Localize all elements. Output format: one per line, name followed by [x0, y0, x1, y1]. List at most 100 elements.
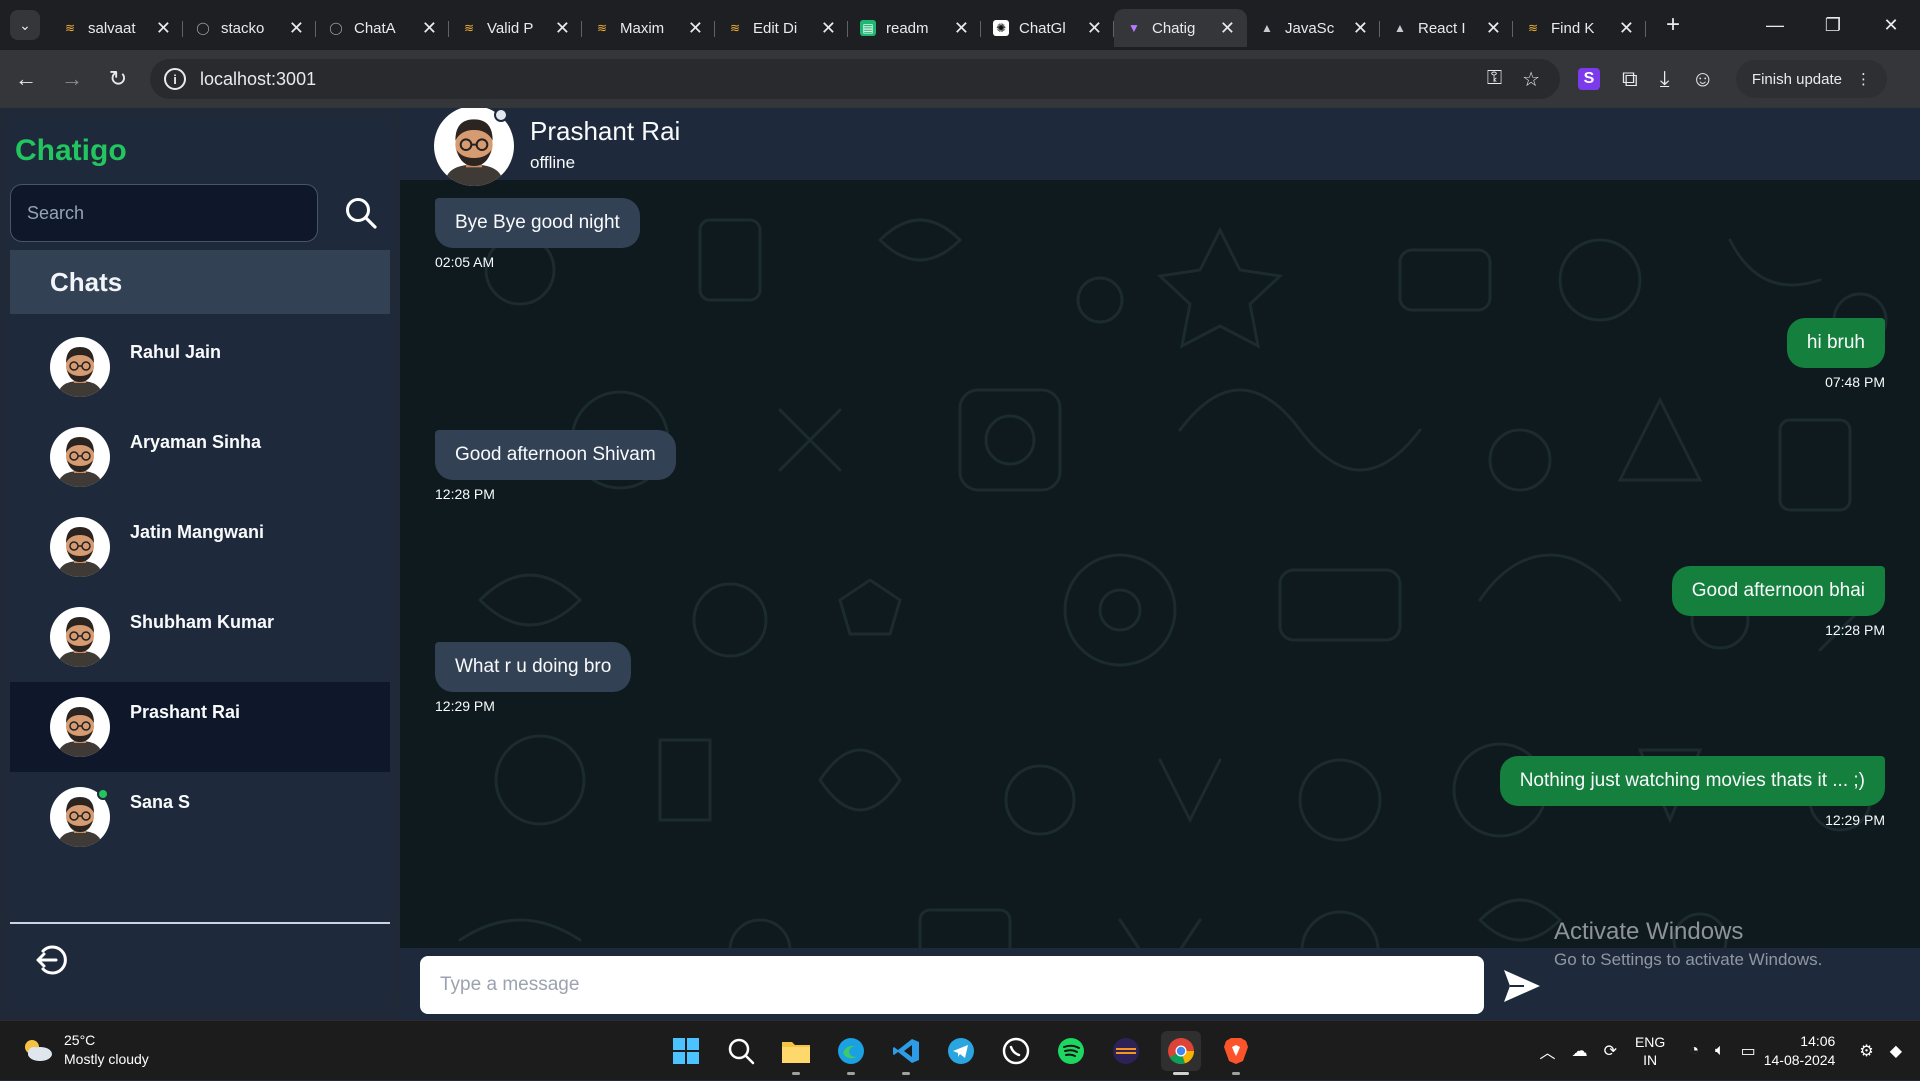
message-time: 12:29 PM	[435, 698, 495, 714]
whatsapp-icon[interactable]	[996, 1031, 1036, 1071]
chrome-icon[interactable]	[1161, 1031, 1201, 1075]
browser-tab[interactable]: ▼ Chatig ✕	[1114, 9, 1247, 47]
window-controls: — ❐ ✕	[1746, 0, 1920, 50]
contact-item[interactable]: Shubham Kumar	[10, 592, 390, 682]
tab-close-icon[interactable]: ✕	[422, 18, 437, 39]
volume-icon[interactable]: 🔈︎	[1715, 1042, 1725, 1060]
message-bubble[interactable]: Nothing just watching movies thats it ..…	[1499, 756, 1885, 806]
tab-close-icon[interactable]: ✕	[954, 18, 969, 39]
contact-avatar	[50, 427, 110, 487]
contact-item[interactable]: Rahul Jain	[10, 322, 390, 412]
tab-close-icon[interactable]: ✕	[821, 18, 836, 39]
contact-item[interactable]: Prashant Rai	[10, 682, 390, 772]
tab-title: Chatig	[1152, 19, 1196, 37]
close-window-icon[interactable]: ✕	[1862, 15, 1920, 36]
minimize-icon[interactable]: —	[1746, 15, 1804, 36]
file-explorer-icon[interactable]	[776, 1031, 816, 1075]
copilot-icon[interactable]: ◆	[1890, 1041, 1902, 1061]
back-button[interactable]: ←	[6, 59, 46, 99]
watermark-subtitle: Go to Settings to activate Windows.	[1554, 950, 1823, 969]
url-text[interactable]: localhost:3001	[200, 69, 1487, 90]
incoming-message: What r u doing bro 12:29 PM	[435, 642, 632, 714]
tab-close-icon[interactable]: ✕	[1619, 18, 1634, 39]
taskbar-search-icon[interactable]	[721, 1031, 761, 1071]
extension-s-icon[interactable]: S	[1578, 68, 1600, 90]
search-icon	[346, 198, 377, 229]
peer-avatar[interactable]	[434, 108, 514, 186]
browser-tab[interactable]: ≋ Edit Di ✕	[715, 9, 848, 47]
telegram-icon[interactable]	[941, 1031, 981, 1071]
notifications-icon[interactable]: ⚙	[1859, 1041, 1873, 1061]
message-bubble[interactable]: hi bruh	[1786, 318, 1885, 368]
tab-search-button[interactable]: ⌄	[10, 10, 40, 40]
message-bubble[interactable]: Good afternoon bhai	[1671, 566, 1885, 616]
contact-name: Rahul Jain	[130, 342, 222, 362]
forward-button[interactable]: →	[52, 59, 92, 99]
browser-tab[interactable]: ≋ Valid P ✕	[449, 9, 582, 47]
language-indicator[interactable]: ENG IN	[1635, 1033, 1665, 1069]
message-bubble[interactable]: Bye Bye good night	[435, 198, 640, 248]
tray-overflow-icon[interactable]: ︿	[1540, 1039, 1556, 1063]
contact-item[interactable]: Sana S	[10, 772, 390, 862]
battery-icon[interactable]: ▭	[1741, 1041, 1756, 1061]
onedrive-icon[interactable]: ☁	[1572, 1041, 1588, 1061]
logout-button[interactable]	[32, 940, 72, 980]
contact-item[interactable]: Jatin Mangwani	[10, 502, 390, 592]
restore-icon[interactable]: ❐	[1804, 15, 1862, 36]
browser-tab[interactable]: ◯ ChatA ✕	[316, 9, 449, 47]
spotify-icon[interactable]	[1051, 1031, 1091, 1071]
tab-close-icon[interactable]: ✕	[1486, 18, 1501, 39]
tab-close-icon[interactable]: ✕	[156, 18, 171, 39]
tab-title: ChatA	[354, 19, 396, 37]
clock[interactable]: 14:06 14-08-2024	[1764, 1032, 1836, 1070]
eclipse-icon[interactable]	[1106, 1031, 1146, 1071]
contact-avatar	[50, 697, 110, 757]
weather-widget[interactable]: 25°C Mostly cloudy	[20, 1031, 149, 1069]
tab-close-icon[interactable]: ✕	[289, 18, 304, 39]
message-bubble[interactable]: What r u doing bro	[435, 642, 632, 692]
tab-title: ChatGl	[1019, 19, 1066, 37]
tab-close-icon[interactable]: ✕	[688, 18, 703, 39]
tab-close-icon[interactable]: ✕	[1353, 18, 1368, 39]
new-tab-button[interactable]: +	[1658, 10, 1688, 40]
site-info-icon[interactable]: i	[164, 68, 186, 90]
message-bubble[interactable]: Good afternoon Shivam	[435, 430, 676, 480]
browser-tab[interactable]: ▤ readm ✕	[848, 9, 981, 47]
send-button[interactable]	[1500, 964, 1544, 1008]
browser-tab[interactable]: ≋ Find K ✕	[1513, 9, 1646, 47]
mountain-icon: ▲	[1394, 21, 1406, 35]
start-windows-icon[interactable]	[666, 1031, 706, 1071]
reload-button[interactable]: ↻	[98, 59, 138, 99]
address-bar[interactable]: i localhost:3001 ⚿ ☆	[150, 59, 1560, 99]
profile-icon[interactable]: ☺	[1691, 66, 1713, 92]
tab-close-icon[interactable]: ✕	[555, 18, 570, 39]
vscode-icon[interactable]	[886, 1031, 926, 1075]
search-input[interactable]	[10, 184, 318, 242]
search-button[interactable]	[340, 192, 382, 234]
browser-tab[interactable]: ≋ Maxim ✕	[582, 9, 715, 47]
tab-title: JavaSc	[1285, 19, 1335, 37]
incoming-message: Bye Bye good night 02:05 AM	[435, 198, 640, 270]
browser-tab[interactable]: ▲ JavaSc ✕	[1247, 9, 1380, 47]
browser-tab[interactable]: ✺ ChatGl ✕	[981, 9, 1114, 47]
sync-icon[interactable]: ⟳	[1604, 1041, 1617, 1061]
browser-tab[interactable]: ◯ stacko ✕	[183, 9, 316, 47]
peer-name: Prashant Rai	[530, 115, 681, 146]
extensions-puzzle-icon[interactable]: ⧉	[1622, 66, 1638, 92]
password-key-icon[interactable]: ⚿	[1487, 67, 1502, 92]
downloads-icon[interactable]: ⤓	[1660, 66, 1670, 92]
brave-icon[interactable]	[1216, 1031, 1256, 1075]
browser-tab[interactable]: ≋ salvaat ✕	[50, 9, 183, 47]
clock-time: 14:06	[1800, 1033, 1836, 1049]
finish-update-button[interactable]: Finish update ⋮	[1735, 60, 1887, 98]
tab-close-icon[interactable]: ✕	[1220, 18, 1235, 39]
tab-close-icon[interactable]: ✕	[1087, 18, 1102, 39]
contact-item[interactable]: Aryaman Sinha	[10, 412, 390, 502]
wifi-icon[interactable]: ◔	[1689, 1042, 1699, 1060]
tab-title: salvaat	[88, 19, 136, 37]
message-input[interactable]	[420, 956, 1484, 1014]
edge-browser-icon[interactable]	[831, 1031, 871, 1075]
bookmark-star-icon[interactable]: ☆	[1522, 67, 1540, 92]
browser-tab[interactable]: ▲ React I ✕	[1380, 9, 1513, 47]
clock-date: 14-08-2024	[1763, 1052, 1836, 1068]
